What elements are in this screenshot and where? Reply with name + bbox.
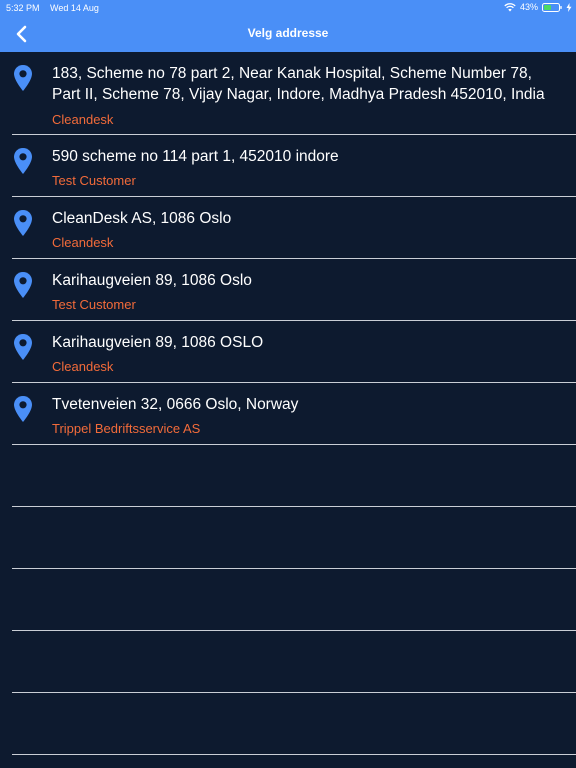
nav-bar: Velg addresse [0,16,576,52]
address-text: Karihaugveien 89, 1086 OSLO [52,334,264,351]
status-indicators: 43% [504,2,572,12]
address-row[interactable]: CleanDesk AS, 1086 Oslo Cleandesk [12,197,576,259]
address-text: 590 scheme no 114 part 1, 452010 indore [52,148,339,165]
battery-percent: 43% [519,2,538,12]
empty-row-separator [12,693,576,755]
address-row[interactable]: Tvetenveien 32, 0666 Oslo, Norway Trippe… [12,383,576,445]
status-time: 5:32 PM [6,3,40,13]
location-pin-icon [14,148,32,174]
empty-row-separator [12,569,576,631]
address-row[interactable]: 183, Scheme no 78 part 2, Near Kanak Hos… [12,52,576,135]
customer-name: Cleandesk [52,359,114,374]
address-row[interactable]: 590 scheme no 114 part 1, 452010 indore … [12,135,576,197]
address-text: CleanDesk AS, 1086 Oslo [52,210,232,227]
battery-icon [542,2,562,12]
address-row[interactable]: Karihaugveien 89, 1086 OSLO Cleandesk [12,321,576,383]
empty-row-separator [12,445,576,507]
address-row-content[interactable]: 590 scheme no 114 part 1, 452010 indore … [0,135,576,196]
address-text: Karihaugveien 89, 1086 Oslo [52,272,252,289]
address-row[interactable]: Karihaugveien 89, 1086 Oslo Test Custome… [12,259,576,321]
location-pin-icon [14,210,32,236]
empty-row-separator [12,507,576,569]
header: 5:32 PM Wed 14 Aug 43% Velg addresse [0,0,576,52]
location-pin-icon [14,272,32,298]
customer-name: Cleandesk [52,112,114,127]
charging-icon [566,2,572,12]
address-row-content[interactable]: Tvetenveien 32, 0666 Oslo, Norway Trippe… [0,383,576,444]
customer-name: Test Customer [52,173,136,188]
location-pin-icon [14,65,32,91]
address-text: Tvetenveien 32, 0666 Oslo, Norway [52,396,299,413]
address-list: 183, Scheme no 78 part 2, Near Kanak Hos… [0,52,576,755]
address-row-content[interactable]: 183, Scheme no 78 part 2, Near Kanak Hos… [0,52,576,134]
address-row-content[interactable]: CleanDesk AS, 1086 Oslo Cleandesk [0,197,576,258]
address-text: 183, Scheme no 78 part 2, Near Kanak Hos… [52,65,545,103]
wifi-icon [504,3,516,12]
location-pin-icon [14,396,32,422]
customer-name: Cleandesk [52,235,114,250]
location-pin-icon [14,334,32,360]
customer-name: Trippel Bedriftsservice AS [52,421,201,436]
status-date: Wed 14 Aug [50,3,99,13]
address-row-content[interactable]: Karihaugveien 89, 1086 Oslo Test Custome… [0,259,576,320]
customer-name: Test Customer [52,297,136,312]
status-bar: 5:32 PM Wed 14 Aug 43% [0,0,576,16]
page-title: Velg addresse [247,26,329,40]
empty-row-separator [12,631,576,693]
address-row-content[interactable]: Karihaugveien 89, 1086 OSLO Cleandesk [0,321,576,382]
